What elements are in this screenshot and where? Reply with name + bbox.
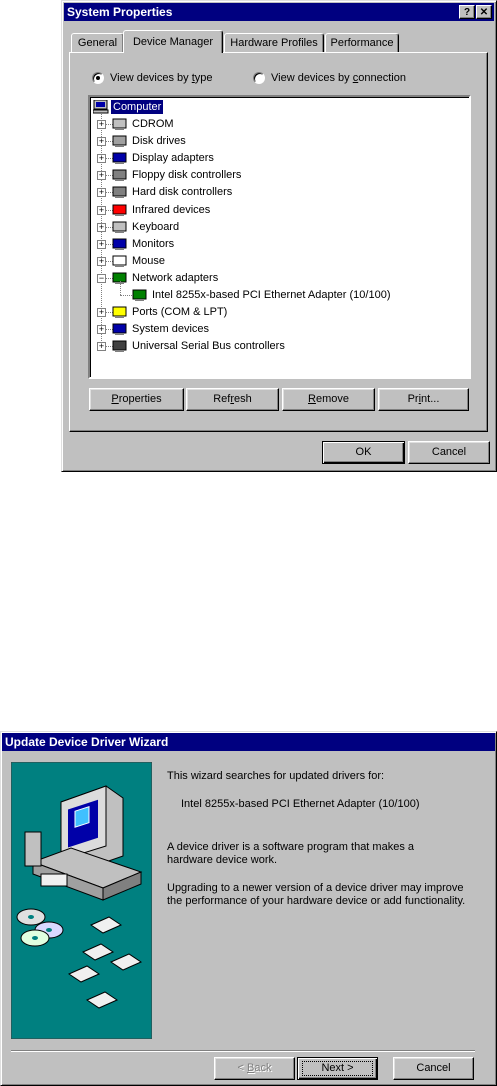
- tree-category-item[interactable]: + Ports (COM & LPT): [90, 304, 460, 320]
- expand-icon[interactable]: +: [97, 205, 106, 215]
- close-button[interactable]: ✕: [476, 5, 492, 19]
- tree-item-label: Floppy disk controllers: [132, 169, 242, 182]
- wizard-title-bar[interactable]: Update Device Driver Wizard: [2, 733, 495, 751]
- expand-icon[interactable]: +: [97, 154, 106, 164]
- wizard-device-name: Intel 8255x-based PCI Ethernet Adapter (…: [181, 798, 420, 810]
- tab-hardware-profiles[interactable]: Hardware Profiles: [224, 33, 324, 52]
- tree-child-connector: [120, 281, 121, 295]
- back-button[interactable]: < Back: [214, 1057, 295, 1080]
- cdrom-icon: [112, 118, 127, 130]
- wizard-description-2: Upgrading to a newer version of a device…: [167, 882, 466, 907]
- mouse-icon: [112, 255, 127, 267]
- tree-category-item[interactable]: + Infrared devices: [90, 202, 460, 218]
- refresh-button[interactable]: Refresh: [186, 388, 279, 411]
- expand-icon[interactable]: +: [97, 256, 106, 266]
- tree-branch-line: [120, 295, 132, 296]
- expand-icon[interactable]: +: [97, 171, 106, 181]
- keyboard-icon: [112, 221, 127, 233]
- expand-icon[interactable]: +: [97, 342, 106, 352]
- view-by-connection-label[interactable]: View devices by connection: [271, 72, 406, 84]
- next-button[interactable]: Next >: [297, 1057, 378, 1080]
- ok-button[interactable]: OK: [322, 441, 405, 464]
- expand-icon[interactable]: +: [97, 239, 106, 249]
- tree-category-item[interactable]: + Disk drives: [90, 133, 460, 149]
- tab-device-manager[interactable]: Device Manager: [123, 30, 223, 53]
- expand-icon[interactable]: +: [97, 308, 106, 318]
- cancel-button[interactable]: Cancel: [408, 441, 490, 464]
- tree-item-label: Universal Serial Bus controllers: [132, 340, 285, 353]
- view-by-type-radio[interactable]: [92, 72, 104, 84]
- update-driver-wizard-window: Update Device Driver Wizard This wizard …: [0, 731, 497, 1086]
- disk-drive-icon: [112, 135, 127, 148]
- view-by-connection-radio[interactable]: [253, 72, 265, 84]
- usb-icon: [112, 340, 127, 353]
- tab-general[interactable]: General: [71, 33, 124, 52]
- tree-item-label: Ports (COM & LPT): [132, 306, 228, 319]
- expand-icon[interactable]: +: [97, 120, 106, 129]
- help-button[interactable]: ?: [459, 5, 475, 19]
- tree-item-label: Infrared devices: [132, 203, 211, 216]
- tree-root-label: Computer: [111, 100, 164, 114]
- tree-item-label: Disk drives: [132, 135, 186, 148]
- tree-category-item[interactable]: + Mouse: [90, 253, 460, 269]
- expand-icon[interactable]: +: [97, 137, 106, 147]
- wizard-separator: [11, 1050, 475, 1052]
- tree-category-item[interactable]: + Monitors: [90, 236, 460, 252]
- computer-icon: [93, 100, 109, 114]
- expand-icon[interactable]: +: [97, 188, 106, 198]
- tree-item-label: Display adapters: [132, 152, 214, 165]
- view-by-type-label[interactable]: View devices by type: [110, 72, 213, 84]
- tree-item-label: Network adapters: [132, 271, 219, 284]
- tree-category-item[interactable]: + Keyboard: [90, 219, 460, 235]
- tree-category-item[interactable]: + Floppy disk controllers: [90, 167, 460, 183]
- wizard-intro-text: This wizard searches for updated drivers…: [167, 770, 385, 782]
- focus-rectangle: [302, 1061, 373, 1076]
- expand-icon[interactable]: +: [97, 325, 106, 335]
- tree-item-label: Mouse: [132, 254, 166, 267]
- port-icon: [112, 306, 127, 319]
- wizard-description-1: A device driver is a software program th…: [167, 841, 414, 866]
- device-tree[interactable]: Computer + CDROM + Disk drives + Display adap…: [88, 95, 471, 379]
- floppy-controller-icon: [112, 169, 127, 182]
- hard-disk-controller-icon: [112, 186, 127, 199]
- window-title: System Properties: [67, 5, 173, 19]
- tab-performance[interactable]: Performance: [325, 33, 399, 52]
- infrared-icon: [112, 204, 127, 216]
- print-button[interactable]: Print...: [378, 388, 469, 411]
- tree-category-item[interactable]: + Display adapters: [90, 150, 460, 166]
- tree-item-label: Hard disk controllers: [132, 186, 233, 199]
- tree-item-label: Keyboard: [132, 220, 180, 233]
- tree-category-item[interactable]: + CDROM: [90, 116, 460, 132]
- tree-item-label: Monitors: [132, 237, 175, 250]
- system-device-icon: [112, 323, 127, 336]
- monitor-icon: [112, 238, 127, 250]
- tree-item-label: CDROM: [132, 118, 174, 130]
- remove-button[interactable]: Remove: [282, 388, 375, 411]
- properties-button[interactable]: Properties: [89, 388, 184, 411]
- tree-category-item[interactable]: + System devices: [90, 321, 460, 337]
- tree-item-label: System devices: [132, 323, 210, 336]
- display-adapter-icon: [112, 152, 127, 165]
- collapse-icon[interactable]: −: [97, 273, 106, 283]
- wizard-title: Update Device Driver Wizard: [5, 735, 169, 749]
- expand-icon[interactable]: +: [97, 222, 106, 232]
- network-card-icon: [132, 289, 147, 301]
- tree-category-item[interactable]: + Hard disk controllers: [90, 184, 460, 200]
- tree-child-item[interactable]: Intel 8255x-based PCI Ethernet Adapter (…: [90, 281, 460, 303]
- tree-category-item[interactable]: − Network adapters: [90, 270, 460, 286]
- wizard-illustration: [11, 762, 152, 1039]
- tree-category-item[interactable]: + Universal Serial Bus controllers: [90, 338, 460, 354]
- tree-item-label: Intel 8255x-based PCI Ethernet Adapter (…: [152, 289, 391, 301]
- wizard-cancel-button[interactable]: Cancel: [393, 1057, 474, 1080]
- title-bar[interactable]: System Properties ? ✕: [64, 3, 494, 21]
